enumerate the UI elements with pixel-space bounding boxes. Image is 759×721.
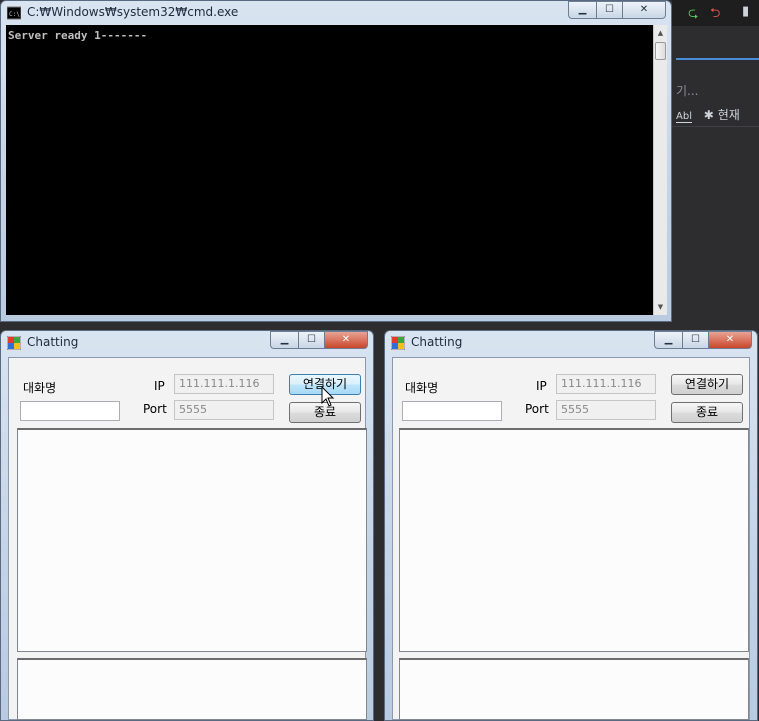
chat-title: Chatting (411, 335, 463, 349)
chat-client-area: 대화명 IP 111.111.1.116 Port 5555 연결하기 종료 (392, 357, 750, 720)
chat-window-2: Chatting ▁ ☐ ✕ 대화명 IP 111.111.1.116 Port… (384, 330, 758, 721)
chat-titlebar[interactable]: Chatting ▁ ☐ ✕ (385, 331, 757, 355)
close-button[interactable]: ✕ (622, 1, 666, 19)
remove-breakpoint-icon[interactable]: ⮌ (710, 4, 720, 26)
svg-text:C:\: C:\ (9, 11, 20, 18)
app-icon (391, 336, 405, 350)
chat-caption-buttons: ▁ ☐ ✕ (270, 331, 368, 349)
ide-tool-label[interactable]: 현재 (718, 108, 740, 122)
maximize-button[interactable]: ☐ (682, 331, 708, 349)
sparkle-icon[interactable]: ✱ (704, 108, 714, 122)
message-input-area[interactable] (17, 658, 367, 720)
ide-search-text[interactable]: 기... (676, 82, 698, 99)
chat-client-area: 대화명 IP 111.111.1.116 Port 5555 연결하기 종료 (8, 357, 367, 720)
close-button[interactable]: ✕ (324, 331, 368, 349)
close-button[interactable]: ✕ (708, 331, 752, 349)
ide-separator (672, 126, 759, 127)
ip-label: IP (536, 379, 547, 393)
scroll-thumb[interactable] (655, 42, 666, 60)
chat-window-1: Chatting ▁ ☐ ✕ 대화명 IP 111.111.1.116 Port… (0, 330, 374, 721)
cmd-title: C:₩Windows₩system32₩cmd.exe (27, 5, 239, 19)
minimize-button[interactable]: ▁ (568, 1, 596, 19)
chat-log-area[interactable] (17, 428, 367, 652)
ip-label: IP (154, 379, 165, 393)
app-icon (7, 336, 21, 350)
scroll-down-icon[interactable]: ▼ (654, 299, 667, 315)
ip-field[interactable]: 111.111.1.116 (174, 374, 274, 394)
ide-toolbar: ⮎ ⮌ ▮ (672, 0, 759, 26)
console-scrollbar[interactable]: ▲ ▼ (653, 25, 667, 315)
message-input-area[interactable] (399, 658, 749, 720)
port-field[interactable]: 5555 (556, 400, 656, 420)
ip-field[interactable]: 111.111.1.116 (556, 374, 656, 394)
console-output[interactable]: Server ready 1------- (6, 25, 653, 315)
chat-title: Chatting (27, 335, 79, 349)
ide-tab-underline (676, 58, 759, 60)
exit-button[interactable]: 종료 (671, 402, 743, 423)
maximize-button[interactable]: ☐ (298, 331, 324, 349)
port-label: Port (525, 402, 549, 416)
scroll-up-icon[interactable]: ▲ (654, 25, 667, 41)
minimize-button[interactable]: ▁ (270, 331, 298, 349)
nickname-input[interactable] (402, 401, 502, 421)
connect-button[interactable]: 연결하기 (671, 374, 743, 395)
ide-tools-row: Abl ✱ 현재 (676, 106, 740, 123)
cmd-caption-buttons: ▁ ☐ ✕ (568, 1, 666, 19)
bookmark-icon[interactable]: ▮ (742, 4, 749, 19)
nickname-input[interactable] (20, 401, 120, 421)
text-abbr-icon[interactable]: Abl (676, 111, 692, 123)
port-label: Port (143, 402, 167, 416)
chat-caption-buttons: ▁ ☐ ✕ (654, 331, 752, 349)
mouse-cursor-icon (321, 386, 335, 407)
cmd-app-icon: C:\ (7, 6, 21, 20)
cmd-window: C:\ C:₩Windows₩system32₩cmd.exe ▁ ☐ ✕ Se… (0, 0, 672, 322)
nickname-label: 대화명 (405, 381, 439, 395)
nickname-label: 대화명 (23, 381, 57, 395)
add-breakpoint-icon[interactable]: ⮎ (688, 4, 698, 26)
chat-titlebar[interactable]: Chatting ▁ ☐ ✕ (1, 331, 373, 355)
maximize-button[interactable]: ☐ (596, 1, 622, 19)
cmd-titlebar[interactable]: C:\ C:₩Windows₩system32₩cmd.exe ▁ ☐ ✕ (1, 1, 671, 25)
chat-log-area[interactable] (399, 428, 749, 652)
port-field[interactable]: 5555 (174, 400, 274, 420)
minimize-button[interactable]: ▁ (654, 331, 682, 349)
